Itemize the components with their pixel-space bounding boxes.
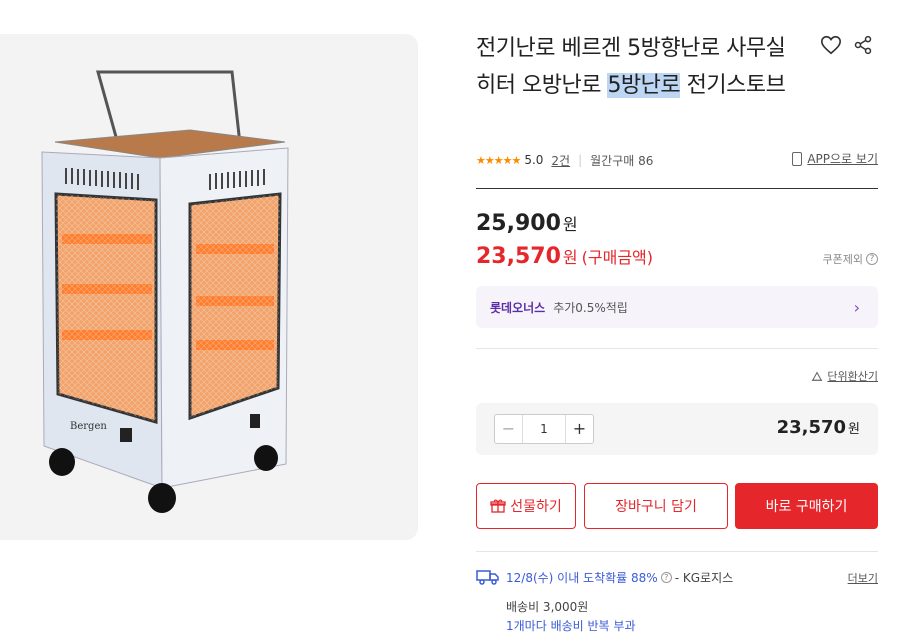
gift-icon <box>490 499 506 513</box>
chevron-right-icon: › <box>853 298 860 317</box>
heater-illustration: Bergen <box>41 70 289 513</box>
share-icon[interactable] <box>853 35 873 55</box>
lotte-owners-name: 롯데오너스 <box>490 300 546 315</box>
monthly-sales: 월간구매 86 <box>590 153 654 168</box>
original-price: 25,900 원 <box>476 211 578 236</box>
shipping-row: 12/8(수) 이내 도착확률 88% ? - KG로지스 더보기 <box>476 567 878 587</box>
rating-row: ★★★★★ 5.0 2건 | 월간구매 86 APP으로 보기 <box>476 150 878 170</box>
quantity-value[interactable]: 1 <box>523 422 565 436</box>
lotte-owners-banner[interactable]: 롯데오너스 추가0.5%적립 › <box>476 286 878 328</box>
product-image[interactable]: Bergen <box>0 34 418 540</box>
more-link[interactable]: 더보기 <box>848 570 878 586</box>
decrease-button[interactable]: − <box>495 415 523 443</box>
help-icon[interactable]: ? <box>866 253 878 265</box>
divider <box>476 188 878 189</box>
title-highlight: 5방난로 <box>607 73 681 98</box>
divider <box>476 551 878 552</box>
total-price: 23,570 원 <box>776 417 860 438</box>
divider <box>476 348 878 349</box>
divider: | <box>578 153 583 167</box>
truck-icon <box>476 570 499 585</box>
shipping-fee: 배송비 3,000원 <box>506 600 589 614</box>
brand-mark: Bergen <box>70 421 107 432</box>
app-view-link[interactable]: APP으로 보기 <box>792 150 878 167</box>
quantity-stepper: − 1 + <box>494 414 594 444</box>
lotte-owners-desc: 추가0.5%적립 <box>553 300 628 315</box>
phone-icon <box>792 151 803 166</box>
sale-price: 23,570 원 (구매금액) <box>476 244 654 269</box>
unit-calculator-link[interactable]: 단위환산기 <box>811 368 878 384</box>
carrier-name: - KG로지스 <box>674 570 734 585</box>
quantity-box: − 1 + 23,570 원 <box>476 403 878 455</box>
gift-button[interactable]: 선물하기 <box>476 483 576 529</box>
star-rating-icon: ★★★★★ <box>476 153 521 167</box>
coupon-excluded[interactable]: 쿠폰제외? <box>823 251 878 267</box>
increase-button[interactable]: + <box>565 415 593 443</box>
buy-now-button[interactable]: 바로 구매하기 <box>735 483 878 529</box>
shipping-note: 1개마다 배송비 반복 부과 <box>506 619 636 633</box>
scale-icon <box>812 371 823 381</box>
product-title: 전기난로 베르겐 5방향난로 사무실 히터 오방난로 5방난로 전기스토브 <box>476 36 786 98</box>
help-icon[interactable]: ? <box>660 571 672 583</box>
delivery-estimate: 12/8(수) 이내 도착확률 88% <box>506 570 658 585</box>
review-count-link[interactable]: 2건 <box>551 152 570 169</box>
app-view-label: APP으로 보기 <box>807 152 878 166</box>
heart-icon[interactable] <box>820 34 842 56</box>
rating-score: 5.0 <box>524 153 544 167</box>
add-to-cart-button[interactable]: 장바구니 담기 <box>584 483 728 529</box>
